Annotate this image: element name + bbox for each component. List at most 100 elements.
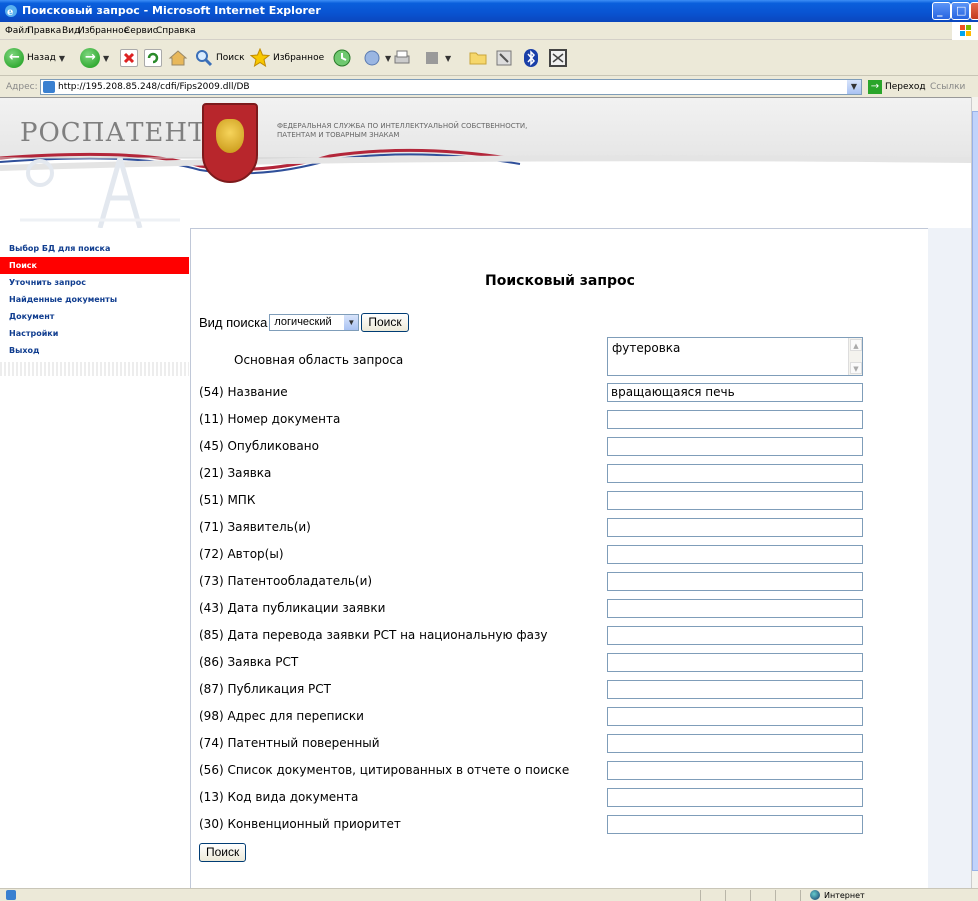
- field-input-correspondence-address[interactable]: [607, 707, 863, 726]
- browser-toolbar: ← Назад ▼ → ▼ Поиск Избранное ▼ ▼: [0, 40, 978, 76]
- chevron-down-icon[interactable]: ▼: [847, 80, 861, 94]
- bluetooth-button[interactable]: [522, 46, 540, 70]
- field-input-application-publication-date[interactable]: [607, 599, 863, 618]
- menu-tools[interactable]: Сервис: [124, 26, 158, 36]
- url-text: http://195.208.85.248/cdfi/Fips2009.dll/…: [58, 82, 250, 92]
- field-input-patent-holder[interactable]: [607, 572, 863, 591]
- agency-line-2: ПАТЕНТАМ И ТОВАРНЫМ ЗНАКАМ: [277, 131, 400, 139]
- agency-line-1: ФЕДЕРАЛЬНАЯ СЛУЖБА ПО ИНТЕЛЛЕКТУАЛЬНОЙ С…: [277, 122, 528, 130]
- status-divider: [775, 890, 776, 901]
- links-button[interactable]: Ссылки: [930, 82, 965, 92]
- research-button[interactable]: [494, 46, 514, 70]
- field-input-pct-publication[interactable]: [607, 680, 863, 699]
- chevron-down-icon[interactable]: ▼: [344, 315, 359, 330]
- nav-item-exit[interactable]: Выход: [0, 342, 189, 359]
- history-button[interactable]: [332, 46, 352, 70]
- chevron-down-icon: ▼: [385, 53, 392, 63]
- search-type-select[interactable]: логический ▼: [269, 314, 360, 331]
- address-label: Адрес:: [6, 82, 38, 92]
- folder-button[interactable]: [468, 46, 488, 70]
- back-label: Назад: [27, 53, 56, 63]
- field-label: (71) Заявитель(и): [199, 520, 311, 534]
- refresh-icon: [144, 49, 162, 67]
- address-bar: Адрес: http://195.208.85.248/cdfi/Fips20…: [0, 77, 978, 97]
- search-button-top[interactable]: Поиск: [361, 313, 409, 332]
- mail-button[interactable]: ▼: [362, 46, 391, 70]
- field-label: (98) Адрес для переписки: [199, 709, 364, 723]
- forward-button[interactable]: → ▼: [80, 46, 109, 70]
- field-row-correspondence-address: (98) Адрес для переписки: [199, 706, 919, 728]
- textarea-scrollbar[interactable]: ▲ ▼: [848, 338, 862, 375]
- field-input-ipc[interactable]: [607, 491, 863, 510]
- agency-name: ФЕДЕРАЛЬНАЯ СЛУЖБА ПО ИНТЕЛЛЕКТУАЛЬНОЙ С…: [277, 122, 527, 140]
- nav-item-settings[interactable]: Настройки: [0, 325, 189, 342]
- field-input-application[interactable]: [607, 464, 863, 483]
- maximize-button[interactable]: □: [951, 2, 970, 20]
- edit-button[interactable]: ▼: [422, 46, 451, 70]
- menu-edit[interactable]: Правка: [27, 26, 61, 36]
- main-query-area-input[interactable]: футеровка ▲ ▼: [607, 337, 863, 376]
- minimize-button[interactable]: _: [932, 2, 951, 20]
- field-input-title[interactable]: вращающаяся печь: [607, 383, 863, 402]
- site-banner: РОСПАТЕНТ ФЕДЕРАЛЬНАЯ СЛУЖБА ПО ИНТЕЛЛЕК…: [0, 98, 971, 228]
- history-icon: [333, 49, 351, 67]
- window-title-bar[interactable]: e Поисковый запрос - Microsoft Internet …: [0, 0, 978, 22]
- field-input-cited-documents[interactable]: [607, 761, 863, 780]
- nav-item-document[interactable]: Документ: [0, 308, 189, 325]
- field-input-document-kind-code[interactable]: [607, 788, 863, 807]
- content-right-margin: [928, 228, 971, 888]
- field-row-ipc: (51) МПК: [199, 490, 919, 512]
- messenger-button[interactable]: [548, 46, 568, 70]
- nav-item-select-db[interactable]: Выбор БД для поиска: [0, 240, 189, 257]
- field-input-pct-application[interactable]: [607, 653, 863, 672]
- field-input-published[interactable]: [607, 437, 863, 456]
- stop-button[interactable]: [120, 46, 138, 70]
- nav-item-refine-query[interactable]: Уточнить запрос: [0, 274, 189, 291]
- field-input-convention-priority[interactable]: [607, 815, 863, 834]
- field-label: (21) Заявка: [199, 466, 272, 480]
- print-button[interactable]: [392, 46, 412, 70]
- url-input[interactable]: http://195.208.85.248/cdfi/Fips2009.dll/…: [40, 79, 862, 95]
- field-label: (11) Номер документа: [199, 412, 341, 426]
- field-input-patent-attorney[interactable]: [607, 734, 863, 753]
- field-row-title: (54) Название вращающаяся печь: [199, 382, 919, 404]
- search-type-row: Вид поиска логический ▼ Поиск: [199, 313, 409, 332]
- printer-icon: [394, 50, 410, 64]
- maximize-icon: □: [956, 4, 967, 17]
- menu-favorites[interactable]: Избранное: [78, 26, 129, 36]
- nav-item-found-documents[interactable]: Найденные документы: [0, 291, 189, 308]
- close-button[interactable]: [970, 2, 978, 20]
- field-row-applicant: (71) Заявитель(и): [199, 517, 919, 539]
- back-button[interactable]: ← Назад ▼: [4, 46, 65, 70]
- nav-item-search[interactable]: Поиск: [0, 257, 189, 274]
- field-row-application: (21) Заявка: [199, 463, 919, 485]
- field-input-applicant[interactable]: [607, 518, 863, 537]
- page-scrollbar[interactable]: [971, 97, 978, 888]
- field-label: (13) Код вида документа: [199, 790, 359, 804]
- field-label: (45) Опубликовано: [199, 439, 319, 453]
- status-bar: Интернет: [0, 888, 978, 901]
- field-input-document-number[interactable]: [607, 410, 863, 429]
- field-input-pct-national-phase-date[interactable]: [607, 626, 863, 645]
- field-input-author[interactable]: [607, 545, 863, 564]
- status-divider: [800, 890, 801, 901]
- folder-icon: [469, 52, 487, 65]
- search-button[interactable]: Поиск: [195, 46, 245, 70]
- page-title: Поисковый запрос: [485, 273, 635, 289]
- field-label: (72) Автор(ы): [199, 547, 284, 561]
- menu-help[interactable]: Справка: [156, 26, 196, 36]
- status-divider: [725, 890, 726, 901]
- chevron-down-icon: ▼: [445, 53, 452, 63]
- scroll-down-icon[interactable]: ▼: [850, 362, 862, 374]
- favorites-button[interactable]: Избранное: [250, 46, 324, 70]
- refresh-button[interactable]: [144, 46, 162, 70]
- eagle-icon: [216, 119, 244, 153]
- scroll-up-icon[interactable]: ▲: [850, 339, 862, 351]
- home-button[interactable]: [168, 46, 188, 70]
- field-label: (87) Публикация PCT: [199, 682, 331, 696]
- search-type-value: логический: [274, 316, 332, 328]
- search-button-bottom[interactable]: Поиск: [199, 843, 247, 862]
- go-button[interactable]: → Переход: [868, 80, 926, 94]
- scrollbar-thumb[interactable]: [972, 111, 978, 871]
- main-query-area-value: футеровка: [612, 341, 681, 355]
